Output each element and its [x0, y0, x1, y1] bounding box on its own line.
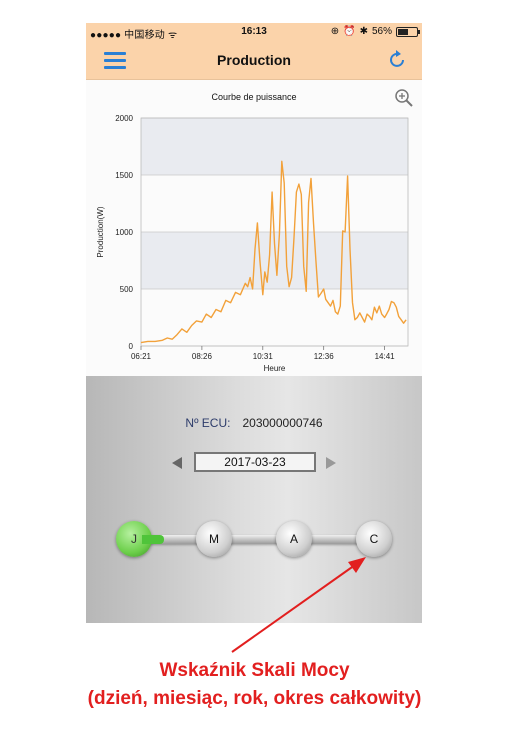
scale-track — [134, 535, 384, 544]
y-tick-label: 1000 — [115, 228, 133, 237]
status-bar: ●●●●● 中国移动 ᯤ 16:13 ⊕ ⏰ ✱ 56% — [86, 23, 422, 41]
y-tick-label: 0 — [129, 342, 134, 351]
grid-band — [141, 118, 408, 175]
active-indicator — [142, 535, 164, 544]
page-title: Production — [217, 52, 291, 68]
x-tick-label: 14:41 — [375, 352, 396, 361]
next-date-arrow-icon[interactable] — [326, 457, 336, 469]
refresh-icon — [390, 50, 404, 67]
x-tick-label: 06:21 — [131, 352, 152, 361]
y-axis-title: Production(W) — [96, 206, 105, 257]
ecu-value: 203000000746 — [242, 416, 323, 430]
scale-button-year[interactable]: A — [276, 521, 312, 557]
chart-svg: 0 500 1000 1500 2000 06:21 08:26 10:31 12:36 14:4… — [96, 114, 409, 373]
battery-percent: 56% — [371, 26, 392, 37]
x-tick-label: 12:36 — [314, 352, 335, 361]
ecu-label: Nº ECU: — [185, 416, 231, 430]
power-scale-selector: J M A C — [114, 520, 400, 560]
date-field[interactable]: 2017-03-23 — [194, 452, 316, 472]
battery-icon — [396, 26, 420, 37]
scale-button-month[interactable]: M — [196, 521, 232, 557]
refresh-button[interactable] — [386, 49, 408, 71]
bluetooth-icon: ✱ — [359, 26, 368, 37]
nav-bar: Production — [86, 41, 422, 80]
x-tick-label: 10:31 — [253, 352, 274, 361]
status-right: ⊕ ⏰ ✱ 56% — [330, 26, 420, 37]
alarm-icon: ⏰ — [343, 26, 356, 37]
y-tick-label: 2000 — [115, 114, 133, 123]
phone-screen: ●●●●● 中国移动 ᯤ 16:13 ⊕ ⏰ ✱ 56% Production … — [86, 23, 422, 623]
caption-line-1: Wskaźnik Skali Mocy — [159, 660, 350, 681]
caption-line-2: (dzień, miesiąc, rok, okres całkowity) — [87, 688, 422, 709]
date-selector: 2017-03-23 — [86, 451, 422, 473]
y-tick-label: 500 — [120, 285, 134, 294]
y-tick-label: 1500 — [115, 171, 133, 180]
lock-rotation-icon: ⊕ — [330, 26, 340, 37]
x-axis-title: Heure — [264, 364, 286, 373]
control-panel: Nº ECU: 203000000746 2017-03-23 J M A C — [86, 376, 422, 623]
prev-date-arrow-icon[interactable] — [172, 457, 182, 469]
ecu-row: Nº ECU: 203000000746 — [86, 416, 422, 430]
x-tick-label: 08:26 — [192, 352, 213, 361]
scale-button-total[interactable]: C — [356, 521, 392, 557]
power-chart: Courbe de puissance 0 500 1000 1500 2000 06:2… — [86, 80, 422, 376]
